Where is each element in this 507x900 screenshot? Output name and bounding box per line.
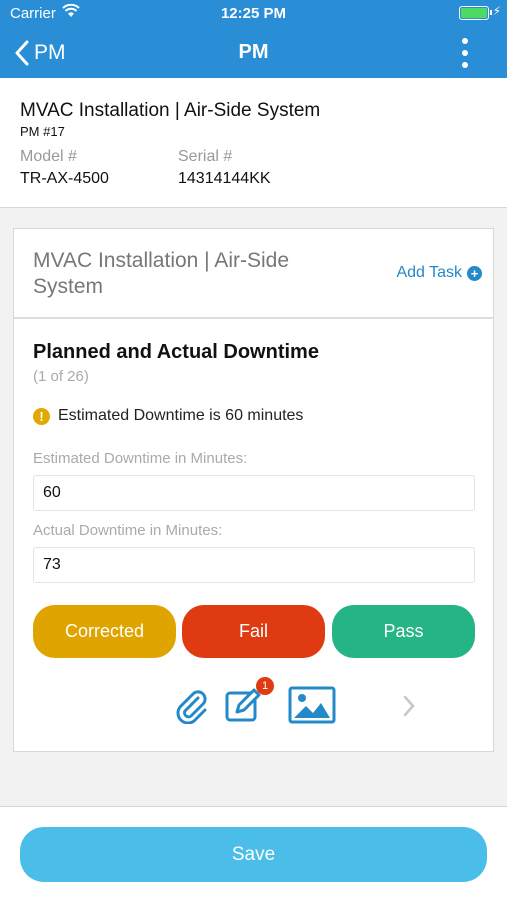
task-counter: (1 of 26) <box>33 368 89 385</box>
model-label: Model # <box>20 148 77 165</box>
asset-title: MVAC Installation | Air-Side System <box>20 100 321 121</box>
warning-icon: ! <box>33 407 50 425</box>
serial-value: 14314144KK <box>178 170 271 187</box>
warning-text: Estimated Downtime is 60 minutes <box>58 407 304 424</box>
pass-button[interactable]: Pass <box>332 605 475 658</box>
serial-label: Serial # <box>178 148 233 165</box>
battery-icon <box>459 6 492 20</box>
save-button[interactable]: Save <box>20 827 487 882</box>
notes-count-badge: 1 <box>256 677 274 695</box>
actual-downtime-label: Actual Downtime in Minutes: <box>33 522 223 539</box>
more-vertical-icon <box>462 38 468 44</box>
status-bar: Carrier 12:25 PM ⚡ <box>0 0 507 28</box>
estimated-downtime-input[interactable]: 60 <box>33 475 475 511</box>
plus-circle-icon: + <box>467 265 482 281</box>
image-icon[interactable] <box>288 686 336 724</box>
fail-button[interactable]: Fail <box>182 605 325 658</box>
downtime-warning: ! Estimated Downtime is 60 minutes <box>33 407 303 425</box>
paperclip-icon[interactable] <box>172 686 210 724</box>
checklist-card: MVAC Installation | Air-Side System Add … <box>13 228 494 752</box>
model-value: TR-AX-4500 <box>20 170 109 187</box>
task-actions: 1 <box>14 677 493 729</box>
chevron-right-icon[interactable] <box>402 694 416 718</box>
app-header: Carrier 12:25 PM ⚡ PM PM <box>0 0 507 78</box>
corrected-button[interactable]: Corrected <box>33 605 176 658</box>
footer-bar: Save <box>0 806 507 900</box>
clock: 12:25 PM <box>220 5 287 22</box>
pm-number: PM #17 <box>20 124 65 139</box>
asset-summary: MVAC Installation | Air-Side System PM #… <box>0 78 507 208</box>
add-task-label: Add Task <box>396 264 462 281</box>
actual-downtime-input[interactable]: 73 <box>33 547 475 583</box>
checklist-title: MVAC Installation | Air-Side System <box>33 249 289 298</box>
charging-icon: ⚡ <box>492 4 501 18</box>
checklist-header: MVAC Installation | Air-Side System Add … <box>14 229 493 319</box>
page-title: PM <box>238 41 269 63</box>
add-task-button[interactable]: Add Task + <box>396 264 482 282</box>
more-options-button[interactable] <box>459 38 471 68</box>
task-title: Planned and Actual Downtime <box>33 341 319 363</box>
estimated-downtime-label: Estimated Downtime in Minutes: <box>33 450 248 467</box>
